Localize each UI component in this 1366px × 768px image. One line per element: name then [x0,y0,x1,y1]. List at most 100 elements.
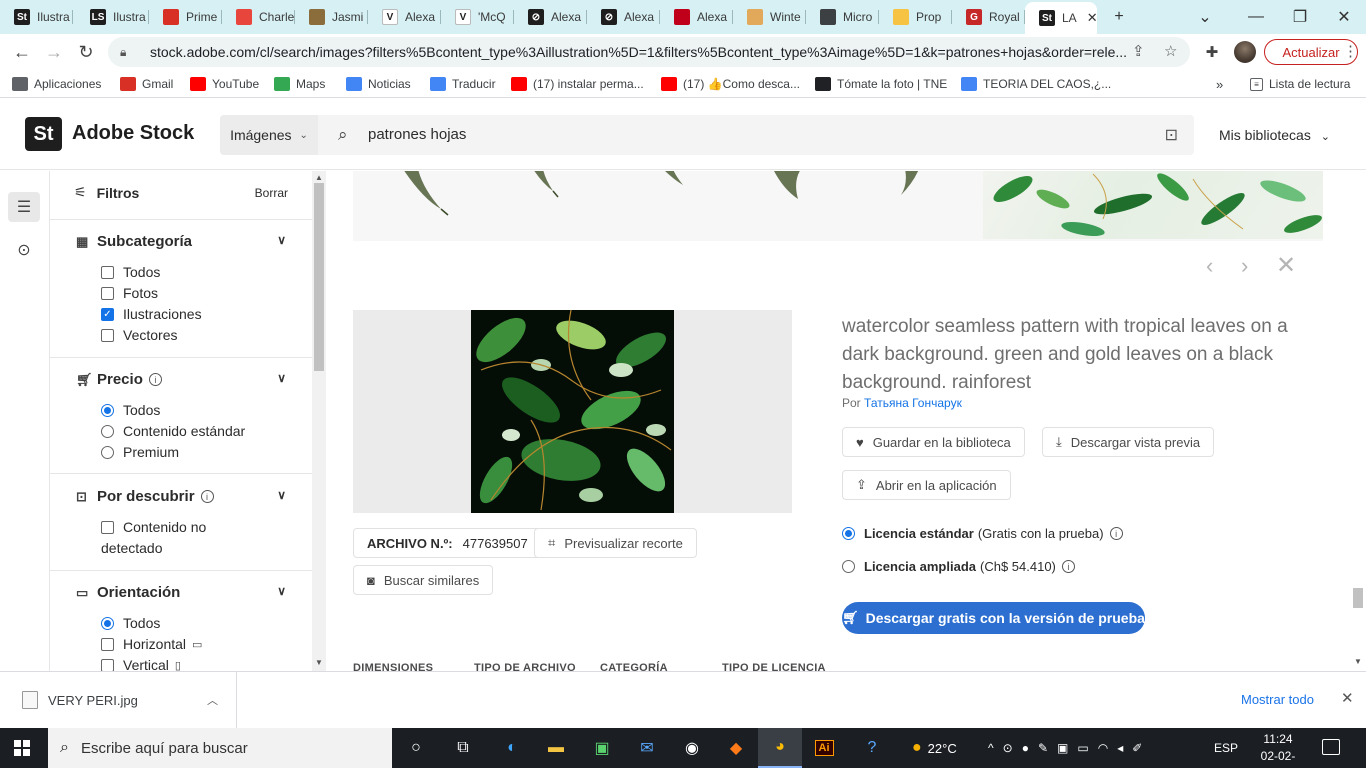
orientation-section-header[interactable]: ▭ Orientación ∨ [76,584,286,601]
preview-crop-button[interactable]: ⌗ Previsualizar recorte [534,528,697,558]
clock[interactable]: 11:24 02-02-2022 [1252,731,1304,768]
help-icon[interactable]: ? [850,728,894,768]
close-icon[interactable]: ✕ [1341,689,1354,707]
content-type-dropdown[interactable]: Imágenes ⌄ [220,115,318,155]
checkbox[interactable] [101,328,114,342]
author-link[interactable]: Татьяна Гончарук [864,396,962,410]
scroll-down-icon[interactable]: ▼ [315,658,323,667]
browser-tab[interactable]: St Ilustra [0,3,73,31]
display-icon[interactable]: ▭ [1077,741,1097,755]
libraries-menu[interactable]: Mis bibliotecas ⌄ [1219,127,1330,143]
browser-tab[interactable]: Charle [222,3,295,31]
search-image-icon[interactable]: ⊙ [8,235,40,265]
standard-license-radio[interactable]: Licencia estándar (Gratis con la prueba)… [842,526,1123,541]
radio-selected[interactable] [842,527,855,540]
mail-icon[interactable]: ✉ [625,728,669,768]
extensions-icon[interactable]: ✚ [1198,38,1226,66]
extended-license-radio[interactable]: Licencia ampliada (Ch$ 54.410) i [842,559,1075,574]
download-preview-button[interactable]: ⤓ Descargar vista previa [1042,427,1215,457]
radio-button[interactable] [101,616,114,630]
address-bar[interactable]: 🔒︎ stock.adobe.com/cl/search/images?filt… [108,37,1190,67]
taskbar-search[interactable]: ⌕ Escribe aquí para buscar [48,728,392,768]
clear-filters-button[interactable]: Borrar [255,186,288,200]
download-item[interactable]: VERY PERI.jpg ︿ [0,672,237,728]
scroll-up-icon[interactable]: ▲ [315,173,323,182]
forward-button[interactable]: → [40,38,68,66]
scroll-thumb[interactable] [1353,588,1363,608]
checkbox-option[interactable]: Vectores [101,327,177,343]
preview-image[interactable] [471,310,674,513]
cortana-icon[interactable]: ○ [394,728,438,768]
leaf-illustration-thumbnail[interactable] [353,171,973,241]
tray-app-icon[interactable]: ● [1022,741,1038,755]
search-input[interactable]: patrones hojas [368,126,466,143]
browser-tab[interactable]: ⊘ Alexa [587,3,660,31]
bookmark-item[interactable]: Gmail [120,75,173,93]
scroll-down-icon[interactable]: ▼ [1354,657,1362,666]
download-trial-button[interactable]: 🛒︎ Descargar gratis con la versión de pr… [842,602,1145,634]
wifi-icon[interactable]: ◠ [1098,741,1117,755]
radio-option[interactable]: Todos [101,615,160,631]
bookmark-item[interactable]: Noticias [346,75,411,93]
filters-scrollbar[interactable]: ▲ ▼ [312,171,326,671]
edge-icon[interactable]: ◐ [490,728,534,768]
bookmark-item[interactable]: Tómate la foto | TNE [815,75,947,93]
browser-tab[interactable]: V Alexa [368,3,441,31]
illustrator-icon[interactable]: Ai [802,728,846,768]
browser-tab[interactable]: V 'McQ [441,3,514,31]
task-view-icon[interactable]: ⧉ [441,728,485,768]
store-icon[interactable]: ▣ [580,728,624,768]
price-section-header[interactable]: 🛒︎ Precio i ∨ [76,371,286,388]
weather-widget[interactable]: ● 22°C [912,728,957,768]
checkbox[interactable] [101,286,114,300]
browser-tab[interactable]: Alexa [660,3,733,31]
minimize-icon[interactable]: — [1236,0,1276,34]
show-all-downloads-link[interactable]: Mostrar todo [1241,692,1314,707]
windows-start-icon[interactable] [14,740,30,756]
chevron-up-icon[interactable]: ^ [988,741,1003,755]
bookmarks-overflow-icon[interactable]: » [1216,75,1223,93]
checkbox-option[interactable]: Fotos [101,285,158,301]
browser-tab[interactable]: Prime [149,3,222,31]
scroll-thumb[interactable] [314,183,324,371]
visual-search-icon[interactable]: ⊡ [1165,125,1178,145]
restore-icon[interactable]: ❐ [1280,0,1320,34]
browser-tab[interactable]: Jasmi [295,3,368,31]
close-icon[interactable]: ✕ [1276,251,1296,280]
browser-tab[interactable]: Prop [879,3,952,31]
radio-button[interactable] [101,403,114,417]
page-scrollbar[interactable]: ▼ [1350,171,1366,671]
checkbox-option[interactable]: Todos [101,264,160,280]
checkbox-option[interactable]: Vertical ▯ [101,657,181,671]
checkbox-option[interactable]: Horizontal ▭ [101,636,202,652]
browser-tab[interactable]: ⊘ Alexa [514,3,587,31]
bookmark-item[interactable]: TEORIA DEL CAOS,¿... [961,75,1111,93]
info-icon[interactable]: i [148,373,162,386]
menu-icon[interactable]: ⋮ [1343,42,1358,60]
open-in-app-button[interactable]: ⇪ Abrir en la aplicación [842,470,1011,500]
radio-button[interactable] [101,424,114,438]
back-button[interactable]: ← [8,38,36,66]
browser-tab-active[interactable]: St LA ✕ [1025,2,1097,34]
bookmark-item[interactable]: YouTube [190,75,259,93]
bookmark-item[interactable]: (17) 👍Como desca... [661,75,800,93]
undetected-content-checkbox[interactable]: Contenido no [101,519,206,535]
radio-unselected[interactable] [842,560,855,573]
volume-icon[interactable]: ◂ [1117,741,1132,755]
close-tab-icon[interactable]: ✕ [1087,10,1097,26]
browser-tab[interactable]: LS Ilustra [76,3,149,31]
previous-icon[interactable]: ‹ [1206,253,1213,279]
brand-name[interactable]: Adobe Stock [72,122,194,145]
radio-option[interactable]: Premium [101,444,179,460]
browser-tab[interactable]: Micro [806,3,879,31]
file-explorer-icon[interactable]: ▬ [534,728,578,768]
language-indicator[interactable]: ESP [1214,728,1238,768]
bookmark-item[interactable]: Traducir [430,75,496,93]
github-icon[interactable]: ◉ [670,728,714,768]
discover-section-header[interactable]: ⊡ Por descubrir i ∨ [76,488,286,505]
avatar[interactable] [1234,41,1256,63]
info-icon[interactable]: i [1109,527,1123,540]
next-icon[interactable]: › [1241,253,1248,279]
stock-logo[interactable]: St [25,117,62,151]
bookmark-item[interactable]: (17) instalar perma... [511,75,644,93]
